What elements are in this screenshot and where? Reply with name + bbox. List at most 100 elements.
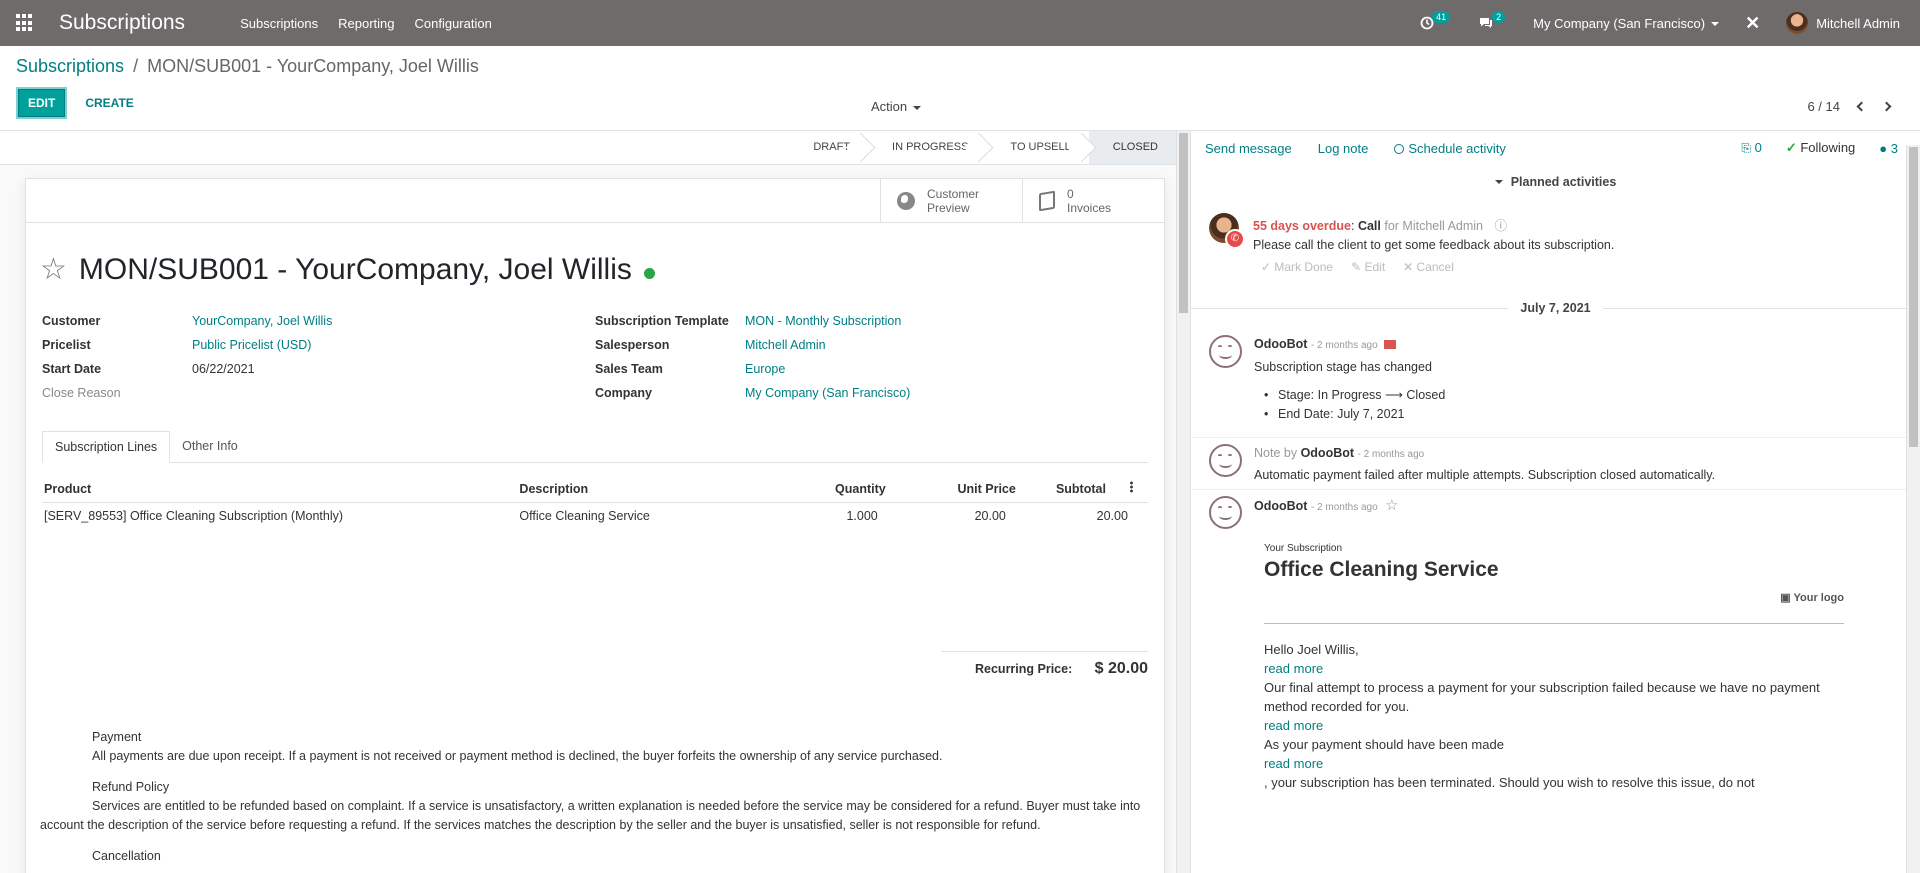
stage-draft[interactable]: DRAFT [799, 131, 868, 164]
cancel-activity-button[interactable]: ✕ Cancel [1403, 258, 1454, 277]
recurring-value: $ 20.00 [1094, 660, 1148, 677]
odoobot-avatar [1209, 444, 1242, 477]
odoobot-avatar [1209, 496, 1242, 529]
chevron-right-icon[interactable] [1881, 101, 1892, 112]
notebook-tabs: Subscription Lines Other Info [42, 431, 1148, 463]
paperclip-icon: ⎘ [1741, 141, 1751, 155]
customer-preview-button[interactable]: Customer Preview [880, 179, 1022, 222]
mark-done-button[interactable]: ✓ Mark Done [1261, 258, 1333, 277]
followers-button[interactable]: ● 3 [1879, 141, 1898, 156]
pager: 6 / 14 [1807, 99, 1892, 114]
field-template: Subscription Template MON - Monthly Subsc… [595, 309, 1148, 333]
attachments-button[interactable]: ⎘ 0 [1741, 140, 1761, 156]
read-more-link[interactable]: read more [1264, 754, 1844, 773]
invoices-count: 0 [1067, 186, 1074, 201]
right-field-group: Subscription Template MON - Monthly Subsc… [595, 309, 1148, 405]
cell-product: [SERV_89553] Office Cleaning Subscriptio… [44, 509, 344, 523]
tab-subscription-lines[interactable]: Subscription Lines [42, 431, 171, 463]
app-brand: Subscriptions [59, 11, 186, 34]
edit-button[interactable]: EDIT [16, 87, 68, 119]
create-button[interactable]: CREATE [79, 89, 139, 117]
schedule-activity-button[interactable]: Schedule activity [1394, 141, 1506, 156]
message-author[interactable]: OdooBot [1301, 446, 1354, 460]
scrollbar-thumb[interactable] [1179, 133, 1188, 313]
breadcrumb-root-link[interactable]: Subscriptions [16, 56, 124, 76]
log-note-button[interactable]: Log note [1318, 141, 1369, 156]
date-separator-label: July 7, 2021 [1520, 301, 1591, 315]
user-menu[interactable]: Mitchell Admin [1786, 12, 1900, 34]
following-button[interactable]: ✓ Following [1786, 140, 1855, 156]
invoices-button[interactable]: 0 Invoices [1022, 179, 1164, 222]
chevron-left-icon[interactable] [1856, 101, 1867, 112]
message-text: Subscription stage has changed [1254, 360, 1432, 374]
chatter-scrollbar[interactable] [1906, 145, 1920, 873]
chatter-topbar: Send message Log note Schedule activity … [1191, 131, 1920, 165]
payment-text: All payments are due upon receipt. If a … [92, 749, 943, 763]
debug-close-icon[interactable]: ✕ [1745, 13, 1760, 34]
info-icon[interactable]: ⓘ [1495, 219, 1508, 233]
col-options[interactable] [1127, 463, 1148, 503]
customer-link[interactable]: YourCompany, Joel Willis [192, 314, 332, 328]
col-product[interactable]: Product [42, 463, 518, 503]
stage-in-progress[interactable]: IN PROGRESS [868, 131, 986, 164]
col-description[interactable]: Description [517, 463, 758, 503]
message-author[interactable]: OdooBot [1254, 499, 1307, 513]
scrollbar-thumb[interactable] [1909, 147, 1918, 447]
col-quantity[interactable]: Quantity [757, 463, 888, 503]
send-message-button[interactable]: Send message [1205, 141, 1292, 156]
envelope-icon[interactable] [1383, 340, 1396, 349]
recurring-label: Recurring Price: [975, 662, 1073, 676]
form-buttons: EDIT CREATE [16, 87, 1904, 119]
company-link[interactable]: My Company (San Francisco) [745, 386, 910, 400]
star-icon[interactable]: ☆ [1385, 497, 1398, 514]
edit-activity-button[interactable]: ✎ Edit [1351, 258, 1385, 277]
read-more-link[interactable]: read more [1264, 716, 1844, 735]
tab-other-info[interactable]: Other Info [170, 431, 250, 462]
company-name: My Company (San Francisco) [1533, 15, 1706, 31]
message-time: - 2 months ago [1310, 340, 1378, 351]
sales-team-link[interactable]: Europe [745, 362, 785, 376]
overdue-label: 55 days overdue [1253, 219, 1351, 233]
cancellation-heading: Cancellation [92, 849, 161, 863]
pricelist-link[interactable]: Public Pricelist (USD) [192, 338, 311, 352]
field-sales-team: Sales Team Europe [595, 357, 1148, 381]
table-row[interactable]: [SERV_89553] Office Cleaning Subscriptio… [42, 503, 1148, 530]
message-time: - 2 months ago [1310, 502, 1378, 513]
apps-menu-icon[interactable] [16, 14, 34, 32]
book-icon [1039, 190, 1055, 211]
edit-activity-label: Edit [1364, 260, 1386, 274]
action-dropdown[interactable]: Action [871, 99, 922, 114]
menu-configuration[interactable]: Configuration [414, 16, 491, 31]
note-prefix: Note by [1254, 446, 1298, 460]
read-more-link[interactable]: read more [1264, 659, 1844, 678]
user-name: Mitchell Admin [1816, 15, 1900, 31]
messaging-menu[interactable]: 2 [1478, 11, 1507, 30]
pager-value[interactable]: 6 / 14 [1807, 99, 1840, 114]
salesperson-link[interactable]: Mitchell Admin [745, 338, 826, 352]
star-icon[interactable]: ☆ [40, 255, 67, 285]
preview-label-2: Preview [927, 200, 970, 215]
check-icon: ✓ [1785, 140, 1797, 155]
field-company: Company My Company (San Francisco) [595, 381, 1148, 405]
stage-to-upsell[interactable]: TO UPSELL [986, 131, 1088, 164]
company-switcher[interactable]: My Company (San Francisco) [1533, 15, 1720, 31]
menu-subscriptions[interactable]: Subscriptions [240, 16, 318, 31]
message-author[interactable]: OdooBot [1254, 337, 1307, 351]
smart-button-box: Customer Preview 0 Invoices [26, 179, 1164, 223]
stage-closed[interactable]: CLOSED [1088, 131, 1176, 164]
form-scrollbar[interactable] [1176, 131, 1190, 873]
caret-down-icon [1711, 22, 1720, 27]
field-customer: Customer YourCompany, Joel Willis [42, 309, 595, 333]
field-label: Close Reason [42, 386, 121, 400]
image-icon: ▣ [1780, 592, 1791, 604]
form-view: DRAFT IN PROGRESS TO UPSELL CLOSED Custo… [0, 131, 1190, 873]
planned-activities-toggle[interactable]: Planned activities [1191, 167, 1920, 197]
left-field-group: Customer YourCompany, Joel Willis Priceli… [42, 309, 595, 405]
activity-menu[interactable]: 41 [1420, 11, 1452, 30]
template-link[interactable]: MON - Monthly Subscription [745, 314, 901, 328]
col-unit-price[interactable]: Unit Price [887, 463, 1018, 503]
menu-reporting[interactable]: Reporting [338, 16, 394, 31]
field-close-reason: Close Reason [42, 381, 595, 405]
activity-summary: 55 days overdue: Call for Mitchell Admin… [1253, 217, 1614, 236]
col-subtotal[interactable]: Subtotal [1017, 463, 1128, 503]
